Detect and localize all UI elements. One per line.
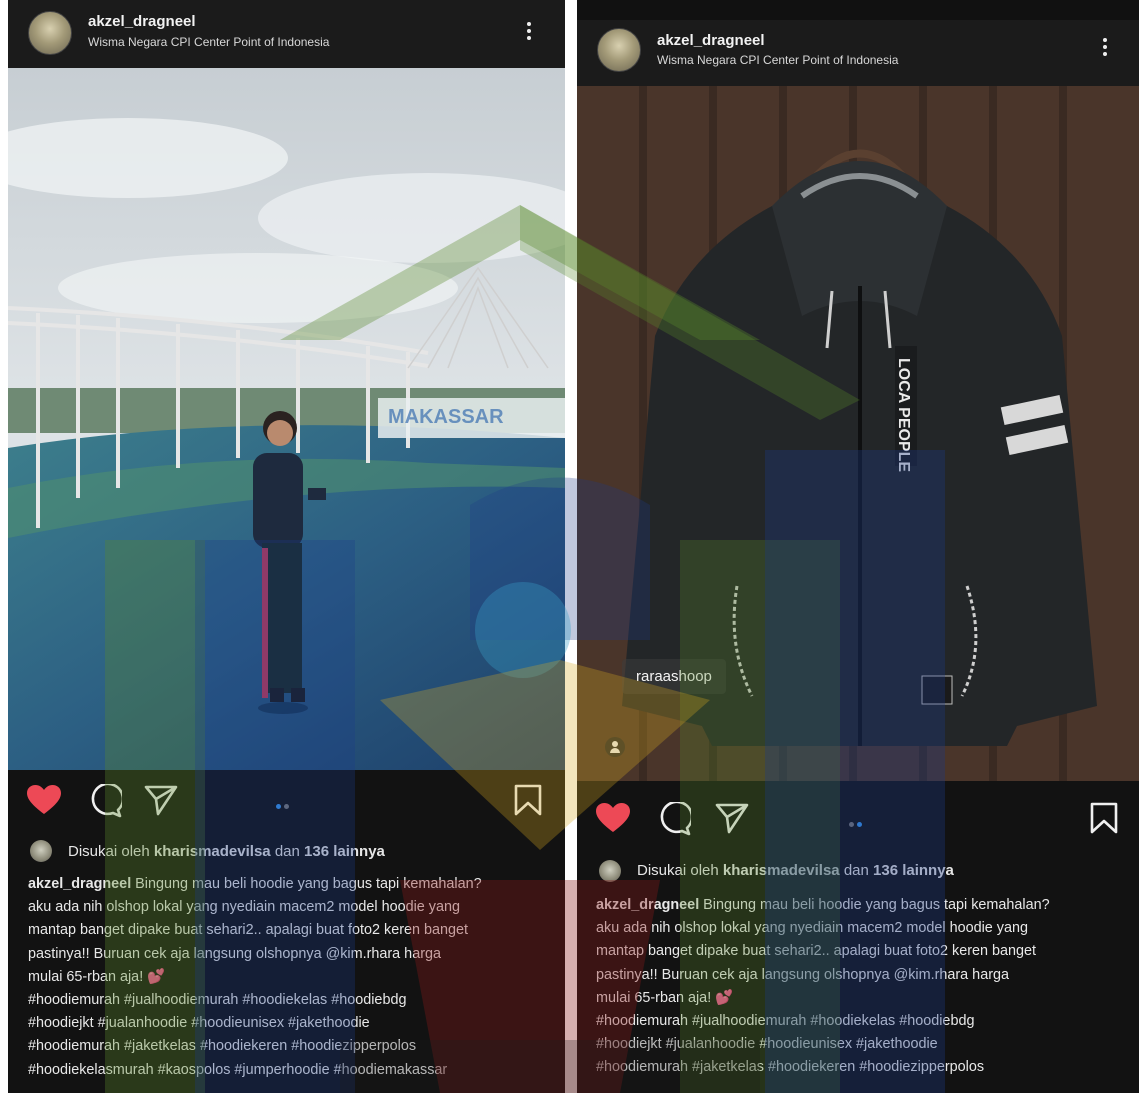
caption-line: aku ada nih olshop lokal yang nyediain m… [596, 920, 1029, 937]
more-options-icon[interactable] [526, 20, 532, 44]
heart-icon[interactable] [595, 802, 631, 834]
post-header: akzel_dragneel Wisma Negara CPI Center P… [8, 0, 565, 68]
avatar[interactable] [597, 28, 641, 72]
share-icon[interactable] [144, 784, 178, 816]
liked-by-user[interactable]: kharismadevilsa [723, 862, 840, 879]
caption-line: mantap banget dipake buat sehari2.. apal… [596, 943, 1037, 960]
liked-by-prefix: Disukai oleh [68, 843, 150, 860]
hashtags[interactable]: #hoodiejkt #jualanhoodie #hoodieunisex #… [596, 1033, 1136, 1056]
caption: akzel_dragneel Bingung mau beli hoodie y… [28, 873, 563, 1082]
instagram-post-left: akzel_dragneel Wisma Negara CPI Center P… [8, 0, 565, 1093]
caption-line: mulai 65-rban aja! 💕 [596, 989, 734, 1006]
liked-by-count[interactable]: 136 lainnya [873, 862, 954, 879]
caption-line: Bingung mau beli hoodie yang bagus tapi … [699, 897, 1050, 913]
user-tag-icon[interactable] [605, 737, 625, 757]
caption-username[interactable]: akzel_dragneel [596, 897, 699, 913]
post-actions [577, 796, 1139, 846]
liked-by[interactable]: Disukai oleh kharismadevilsa dan 136 lai… [637, 862, 954, 879]
comment-icon[interactable] [657, 802, 691, 836]
hashtags[interactable]: #hoodiemurah #jualhoodiemurah #hoodiekel… [596, 1010, 1136, 1033]
username[interactable]: akzel_dragneel [88, 13, 196, 30]
carousel-indicator [849, 814, 865, 832]
comment-icon[interactable] [88, 784, 122, 818]
share-icon[interactable] [715, 802, 749, 834]
more-options-icon[interactable] [1102, 36, 1108, 60]
hashtags[interactable]: #hoodiemurah #jualhoodiemurah #hoodiekel… [28, 989, 563, 1012]
jacket-print: LOCA PEOPLE [895, 358, 912, 472]
hashtags[interactable]: #hoodiejkt #jualanhoodie #hoodieunisex #… [28, 1012, 563, 1035]
post-photo[interactable]: MAKASSAR [8, 68, 565, 770]
location[interactable]: Wisma Negara CPI Center Point of Indones… [657, 53, 898, 67]
bookmark-icon[interactable] [1089, 802, 1119, 834]
liked-by-prefix: Disukai oleh [637, 862, 719, 879]
post-actions [8, 778, 565, 826]
carousel-indicator [276, 796, 292, 814]
bookmark-icon[interactable] [513, 784, 543, 816]
liker-avatar[interactable] [30, 840, 52, 862]
liker-avatar[interactable] [599, 860, 621, 882]
post-photo[interactable]: LOCA PEOPLE raraashoop [577, 86, 1139, 781]
liked-by-count[interactable]: 136 lainnya [304, 843, 385, 860]
status-bar [577, 0, 1139, 20]
caption-username[interactable]: akzel_dragneel [28, 876, 131, 892]
instagram-post-right: akzel_dragneel Wisma Negara CPI Center P… [577, 0, 1139, 1093]
avatar[interactable] [28, 11, 72, 55]
hashtags[interactable]: #hoodiemurah #jaketkelas #hoodiekeren #h… [596, 1056, 1136, 1079]
liked-by-and: dan [843, 862, 869, 879]
username[interactable]: akzel_dragneel [657, 32, 765, 49]
location[interactable]: Wisma Negara CPI Center Point of Indones… [88, 35, 329, 49]
hashtags[interactable]: #hoodiemurah #jaketkelas #hoodiekeren #h… [28, 1035, 563, 1058]
post-header: akzel_dragneel Wisma Negara CPI Center P… [577, 20, 1139, 86]
liked-by-and: dan [274, 843, 300, 860]
product-tag[interactable]: raraashoop [622, 659, 726, 694]
caption-line: mantap banget dipake buat sehari2.. apal… [28, 922, 469, 939]
liked-by-user[interactable]: kharismadevilsa [154, 843, 271, 860]
caption-line: aku ada nih olshop lokal yang nyediain m… [28, 899, 461, 916]
caption-line: Bingung mau beli hoodie yang bagus tapi … [131, 876, 482, 892]
svg-text:MAKASSAR: MAKASSAR [388, 406, 504, 428]
liked-by[interactable]: Disukai oleh kharismadevilsa dan 136 lai… [68, 843, 385, 860]
caption: akzel_dragneel Bingung mau beli hoodie y… [596, 894, 1136, 1080]
caption-line: pastinya!! Buruan cek aja langsung olsho… [28, 945, 441, 962]
hashtags[interactable]: #hoodiekelasmurah #kaospolos #jumperhood… [28, 1059, 563, 1082]
caption-line: mulai 65-rban aja! 💕 [28, 968, 166, 985]
caption-line: pastinya!! Buruan cek aja langsung olsho… [596, 966, 1009, 983]
heart-icon[interactable] [26, 784, 62, 816]
